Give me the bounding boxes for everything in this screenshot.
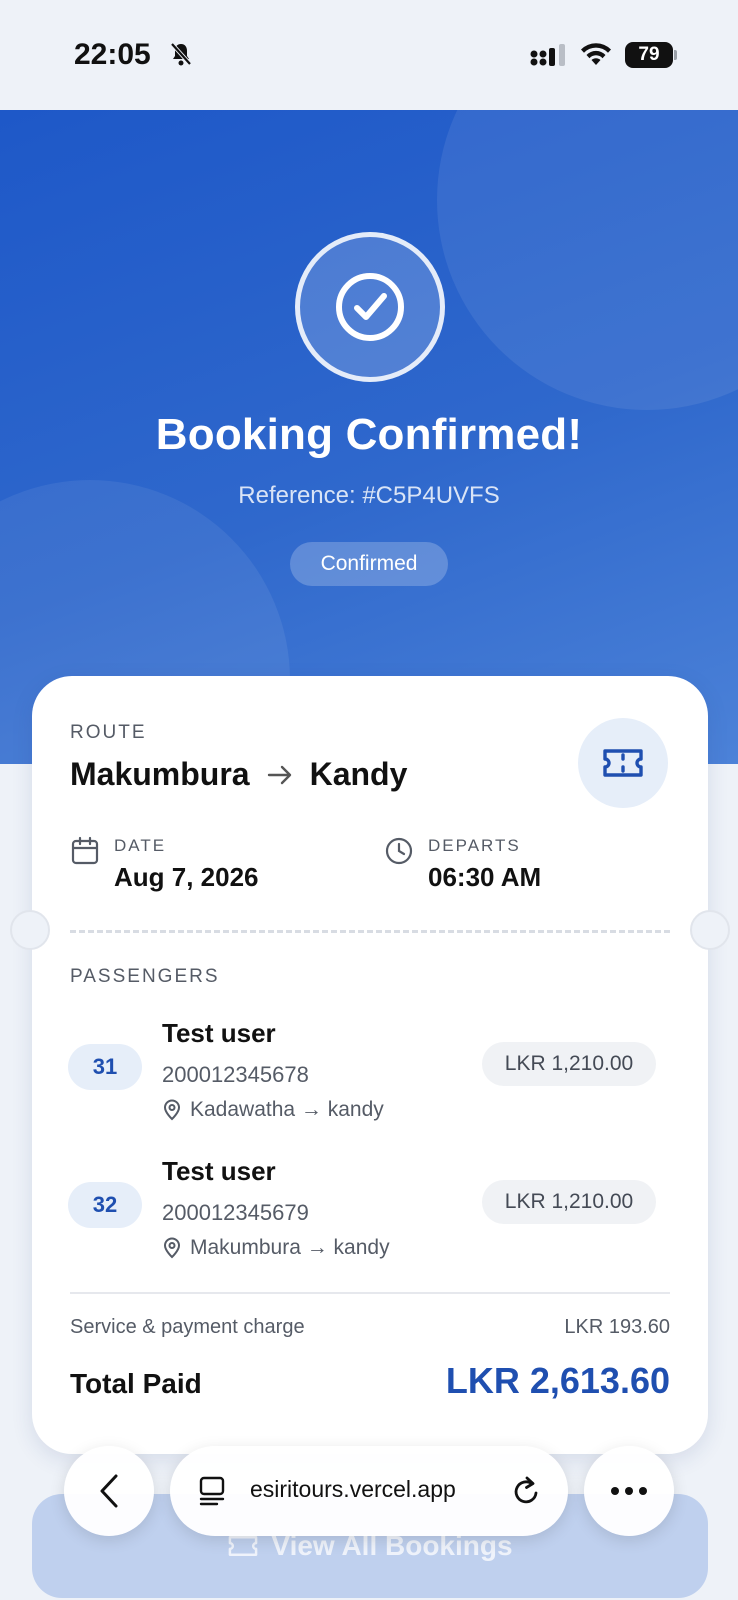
wifi-icon	[581, 43, 611, 65]
service-charge-label: Service & payment charge	[70, 1316, 305, 1338]
check-circle-icon	[295, 232, 445, 382]
bell-slash-icon	[170, 42, 192, 66]
calendar-icon	[71, 836, 99, 865]
route-from: Makumbura	[70, 756, 250, 792]
service-charge-value: LKR 193.60	[564, 1316, 670, 1338]
battery-cap	[674, 50, 677, 60]
clock-icon	[385, 837, 413, 865]
departs-label: DEPARTS	[428, 836, 521, 855]
route-to: Kandy	[309, 756, 408, 792]
battery-icon: 79	[625, 42, 673, 68]
passenger-nic: 200012345679	[162, 1200, 309, 1225]
passenger-route: Makumbura → kandy	[162, 1236, 390, 1260]
total-value: LKR 2,613.60	[445, 1360, 670, 1401]
arrow-right-icon	[267, 765, 291, 784]
route-summary: Makumbura Kandy	[70, 756, 407, 793]
total-label: Total Paid	[70, 1368, 202, 1399]
status-badge: Confirmed	[290, 542, 448, 586]
departs-value: 06:30 AM	[428, 862, 542, 892]
date-value: Aug 7, 2026	[114, 862, 259, 892]
booking-card: ROUTE Makumbura Kandy DATE Aug 7, 2026 D…	[10, 676, 730, 1454]
status-bar: 22:05 79	[0, 0, 738, 110]
ticket-icon	[578, 718, 668, 808]
decorative-circle	[437, 110, 738, 410]
reload-icon[interactable]	[510, 1474, 542, 1508]
seat-number: 32	[68, 1182, 142, 1228]
passenger-nic: 200012345678	[162, 1062, 309, 1087]
chevron-left-icon	[100, 1474, 118, 1508]
location-pin-icon	[163, 1237, 181, 1259]
tabs-icon	[199, 1476, 225, 1506]
browser-back-button[interactable]	[64, 1446, 154, 1536]
passenger-row: 32 Test user 200012345679 Makumbura → ka…	[32, 1150, 708, 1270]
route-label: ROUTE	[70, 722, 147, 743]
date-label: DATE	[114, 836, 167, 855]
departure-info: DEPARTS 06:30 AM	[384, 836, 541, 893]
passengers-label: PASSENGERS	[70, 966, 220, 987]
confirmation-hero: Booking Confirmed! Reference: #C5P4UVFS …	[0, 110, 738, 764]
url-text: esiritours.vercel.app	[250, 1476, 456, 1502]
divider	[70, 1292, 670, 1294]
passenger-route: Kadawatha → kandy	[162, 1098, 384, 1122]
more-horizontal-icon	[611, 1487, 647, 1495]
booking-reference: Reference: #C5P4UVFS	[238, 482, 500, 509]
passenger-price: LKR 1,210.00	[482, 1042, 656, 1086]
ticket-notch-left	[10, 910, 50, 950]
passenger-route-text: Kadawatha → kandy	[190, 1098, 384, 1121]
passenger-name: Test user	[162, 1018, 276, 1048]
browser-more-button[interactable]	[584, 1446, 674, 1536]
browser-url-bar[interactable]: esiritours.vercel.app	[170, 1446, 568, 1536]
passenger-name: Test user	[162, 1156, 276, 1186]
ticket-icon	[229, 1536, 258, 1556]
page-title: Booking Confirmed!	[155, 410, 583, 459]
signal-icon	[530, 44, 565, 66]
location-pin-icon	[163, 1099, 181, 1121]
seat-number: 31	[68, 1044, 142, 1090]
passenger-route-text: Makumbura → kandy	[190, 1236, 390, 1259]
dashed-divider	[70, 930, 670, 933]
passenger-price: LKR 1,210.00	[482, 1180, 656, 1224]
status-time: 22:05	[74, 38, 151, 71]
passenger-row: 31 Test user 200012345678 Kadawatha → ka…	[32, 1012, 708, 1132]
ticket-notch-right	[690, 910, 730, 950]
date-info: DATE Aug 7, 2026	[70, 836, 259, 893]
